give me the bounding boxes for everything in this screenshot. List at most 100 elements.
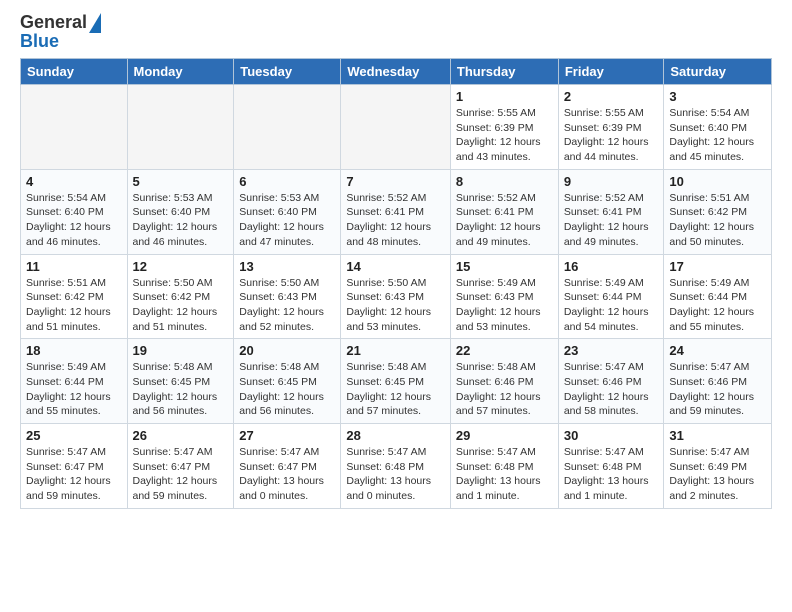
day-detail: Sunrise: 5:49 AM Sunset: 6:44 PM Dayligh… — [26, 360, 122, 419]
day-detail: Sunrise: 5:50 AM Sunset: 6:43 PM Dayligh… — [346, 276, 445, 335]
day-number: 4 — [26, 174, 122, 189]
day-cell: 14 Sunrise: 5:50 AM Sunset: 6:43 PM Dayli… — [341, 254, 451, 339]
day-cell — [341, 85, 451, 170]
day-detail: Sunrise: 5:50 AM Sunset: 6:42 PM Dayligh… — [133, 276, 229, 335]
logo-general-text: General — [20, 12, 87, 33]
day-detail: Sunrise: 5:49 AM Sunset: 6:44 PM Dayligh… — [564, 276, 659, 335]
day-cell — [127, 85, 234, 170]
day-detail: Sunrise: 5:52 AM Sunset: 6:41 PM Dayligh… — [456, 191, 553, 250]
day-detail: Sunrise: 5:47 AM Sunset: 6:48 PM Dayligh… — [564, 445, 659, 504]
logo: General Blue — [20, 12, 101, 52]
day-number: 10 — [669, 174, 766, 189]
day-cell: 30 Sunrise: 5:47 AM Sunset: 6:48 PM Dayli… — [558, 424, 664, 509]
day-detail: Sunrise: 5:49 AM Sunset: 6:43 PM Dayligh… — [456, 276, 553, 335]
day-cell: 17Sunrise: 5:49 AM Sunset: 6:44 PM Dayli… — [664, 254, 772, 339]
day-cell: 10Sunrise: 5:51 AM Sunset: 6:42 PM Dayli… — [664, 169, 772, 254]
day-cell — [234, 85, 341, 170]
day-number: 21 — [346, 343, 445, 358]
day-number: 9 — [564, 174, 659, 189]
day-detail: Sunrise: 5:47 AM Sunset: 6:46 PM Dayligh… — [669, 360, 766, 419]
day-number: 19 — [133, 343, 229, 358]
day-header-friday: Friday — [558, 59, 664, 85]
day-number: 5 — [133, 174, 229, 189]
day-cell: 6 Sunrise: 5:53 AM Sunset: 6:40 PM Daylig… — [234, 169, 341, 254]
day-number: 2 — [564, 89, 659, 104]
calendar-wrapper: SundayMondayTuesdayWednesdayThursdayFrid… — [0, 58, 792, 519]
day-detail: Sunrise: 5:53 AM Sunset: 6:40 PM Dayligh… — [239, 191, 335, 250]
day-number: 12 — [133, 259, 229, 274]
day-cell: 16 Sunrise: 5:49 AM Sunset: 6:44 PM Dayli… — [558, 254, 664, 339]
day-number: 16 — [564, 259, 659, 274]
day-cell: 19Sunrise: 5:48 AM Sunset: 6:45 PM Dayli… — [127, 339, 234, 424]
day-detail: Sunrise: 5:52 AM Sunset: 6:41 PM Dayligh… — [346, 191, 445, 250]
day-number: 15 — [456, 259, 553, 274]
day-cell: 3 Sunrise: 5:54 AM Sunset: 6:40 PM Daylig… — [664, 85, 772, 170]
day-cell: 31 Sunrise: 5:47 AM Sunset: 6:49 PM Dayli… — [664, 424, 772, 509]
day-detail: Sunrise: 5:55 AM Sunset: 6:39 PM Dayligh… — [456, 106, 553, 165]
day-header-tuesday: Tuesday — [234, 59, 341, 85]
day-cell: 2 Sunrise: 5:55 AM Sunset: 6:39 PM Daylig… — [558, 85, 664, 170]
day-number: 11 — [26, 259, 122, 274]
day-number: 13 — [239, 259, 335, 274]
day-cell: 1 Sunrise: 5:55 AM Sunset: 6:39 PM Daylig… — [450, 85, 558, 170]
day-cell: 27 Sunrise: 5:47 AM Sunset: 6:47 PM Dayli… — [234, 424, 341, 509]
day-cell: 25Sunrise: 5:47 AM Sunset: 6:47 PM Dayli… — [21, 424, 128, 509]
day-detail: Sunrise: 5:55 AM Sunset: 6:39 PM Dayligh… — [564, 106, 659, 165]
day-number: 6 — [239, 174, 335, 189]
week-row-3: 18 Sunrise: 5:49 AM Sunset: 6:44 PM Dayli… — [21, 339, 772, 424]
day-detail: Sunrise: 5:53 AM Sunset: 6:40 PM Dayligh… — [133, 191, 229, 250]
day-detail: Sunrise: 5:47 AM Sunset: 6:47 PM Dayligh… — [239, 445, 335, 504]
week-row-0: 1 Sunrise: 5:55 AM Sunset: 6:39 PM Daylig… — [21, 85, 772, 170]
day-detail: Sunrise: 5:49 AM Sunset: 6:44 PM Dayligh… — [669, 276, 766, 335]
calendar-header: SundayMondayTuesdayWednesdayThursdayFrid… — [21, 59, 772, 85]
day-detail: Sunrise: 5:51 AM Sunset: 6:42 PM Dayligh… — [26, 276, 122, 335]
calendar-body: 1 Sunrise: 5:55 AM Sunset: 6:39 PM Daylig… — [21, 85, 772, 509]
day-number: 8 — [456, 174, 553, 189]
day-cell: 13Sunrise: 5:50 AM Sunset: 6:43 PM Dayli… — [234, 254, 341, 339]
day-number: 29 — [456, 428, 553, 443]
days-header-row: SundayMondayTuesdayWednesdayThursdayFrid… — [21, 59, 772, 85]
day-cell: 18 Sunrise: 5:49 AM Sunset: 6:44 PM Dayli… — [21, 339, 128, 424]
day-number: 22 — [456, 343, 553, 358]
day-header-thursday: Thursday — [450, 59, 558, 85]
day-number: 31 — [669, 428, 766, 443]
day-number: 14 — [346, 259, 445, 274]
day-cell — [21, 85, 128, 170]
day-number: 3 — [669, 89, 766, 104]
day-cell: 12 Sunrise: 5:50 AM Sunset: 6:42 PM Dayli… — [127, 254, 234, 339]
day-number: 23 — [564, 343, 659, 358]
day-header-wednesday: Wednesday — [341, 59, 451, 85]
day-header-monday: Monday — [127, 59, 234, 85]
day-cell: 8 Sunrise: 5:52 AM Sunset: 6:41 PM Daylig… — [450, 169, 558, 254]
day-cell: 15 Sunrise: 5:49 AM Sunset: 6:43 PM Dayli… — [450, 254, 558, 339]
day-detail: Sunrise: 5:54 AM Sunset: 6:40 PM Dayligh… — [26, 191, 122, 250]
day-detail: Sunrise: 5:52 AM Sunset: 6:41 PM Dayligh… — [564, 191, 659, 250]
day-detail: Sunrise: 5:47 AM Sunset: 6:48 PM Dayligh… — [456, 445, 553, 504]
day-header-saturday: Saturday — [664, 59, 772, 85]
header: General Blue — [0, 0, 792, 58]
logo-blue-text: Blue — [20, 31, 59, 52]
day-cell: 29 Sunrise: 5:47 AM Sunset: 6:48 PM Dayli… — [450, 424, 558, 509]
day-number: 7 — [346, 174, 445, 189]
day-number: 27 — [239, 428, 335, 443]
day-number: 1 — [456, 89, 553, 104]
day-cell: 11 Sunrise: 5:51 AM Sunset: 6:42 PM Dayli… — [21, 254, 128, 339]
day-number: 24 — [669, 343, 766, 358]
week-row-1: 4 Sunrise: 5:54 AM Sunset: 6:40 PM Daylig… — [21, 169, 772, 254]
day-detail: Sunrise: 5:48 AM Sunset: 6:45 PM Dayligh… — [239, 360, 335, 419]
day-detail: Sunrise: 5:47 AM Sunset: 6:49 PM Dayligh… — [669, 445, 766, 504]
week-row-4: 25Sunrise: 5:47 AM Sunset: 6:47 PM Dayli… — [21, 424, 772, 509]
day-number: 30 — [564, 428, 659, 443]
day-detail: Sunrise: 5:47 AM Sunset: 6:47 PM Dayligh… — [133, 445, 229, 504]
day-detail: Sunrise: 5:48 AM Sunset: 6:46 PM Dayligh… — [456, 360, 553, 419]
day-detail: Sunrise: 5:47 AM Sunset: 6:46 PM Dayligh… — [564, 360, 659, 419]
day-cell: 21Sunrise: 5:48 AM Sunset: 6:45 PM Dayli… — [341, 339, 451, 424]
day-header-sunday: Sunday — [21, 59, 128, 85]
day-number: 28 — [346, 428, 445, 443]
day-detail: Sunrise: 5:54 AM Sunset: 6:40 PM Dayligh… — [669, 106, 766, 165]
day-number: 18 — [26, 343, 122, 358]
day-cell: 9 Sunrise: 5:52 AM Sunset: 6:41 PM Daylig… — [558, 169, 664, 254]
week-row-2: 11 Sunrise: 5:51 AM Sunset: 6:42 PM Dayli… — [21, 254, 772, 339]
day-cell: 26Sunrise: 5:47 AM Sunset: 6:47 PM Dayli… — [127, 424, 234, 509]
day-cell: 4 Sunrise: 5:54 AM Sunset: 6:40 PM Daylig… — [21, 169, 128, 254]
